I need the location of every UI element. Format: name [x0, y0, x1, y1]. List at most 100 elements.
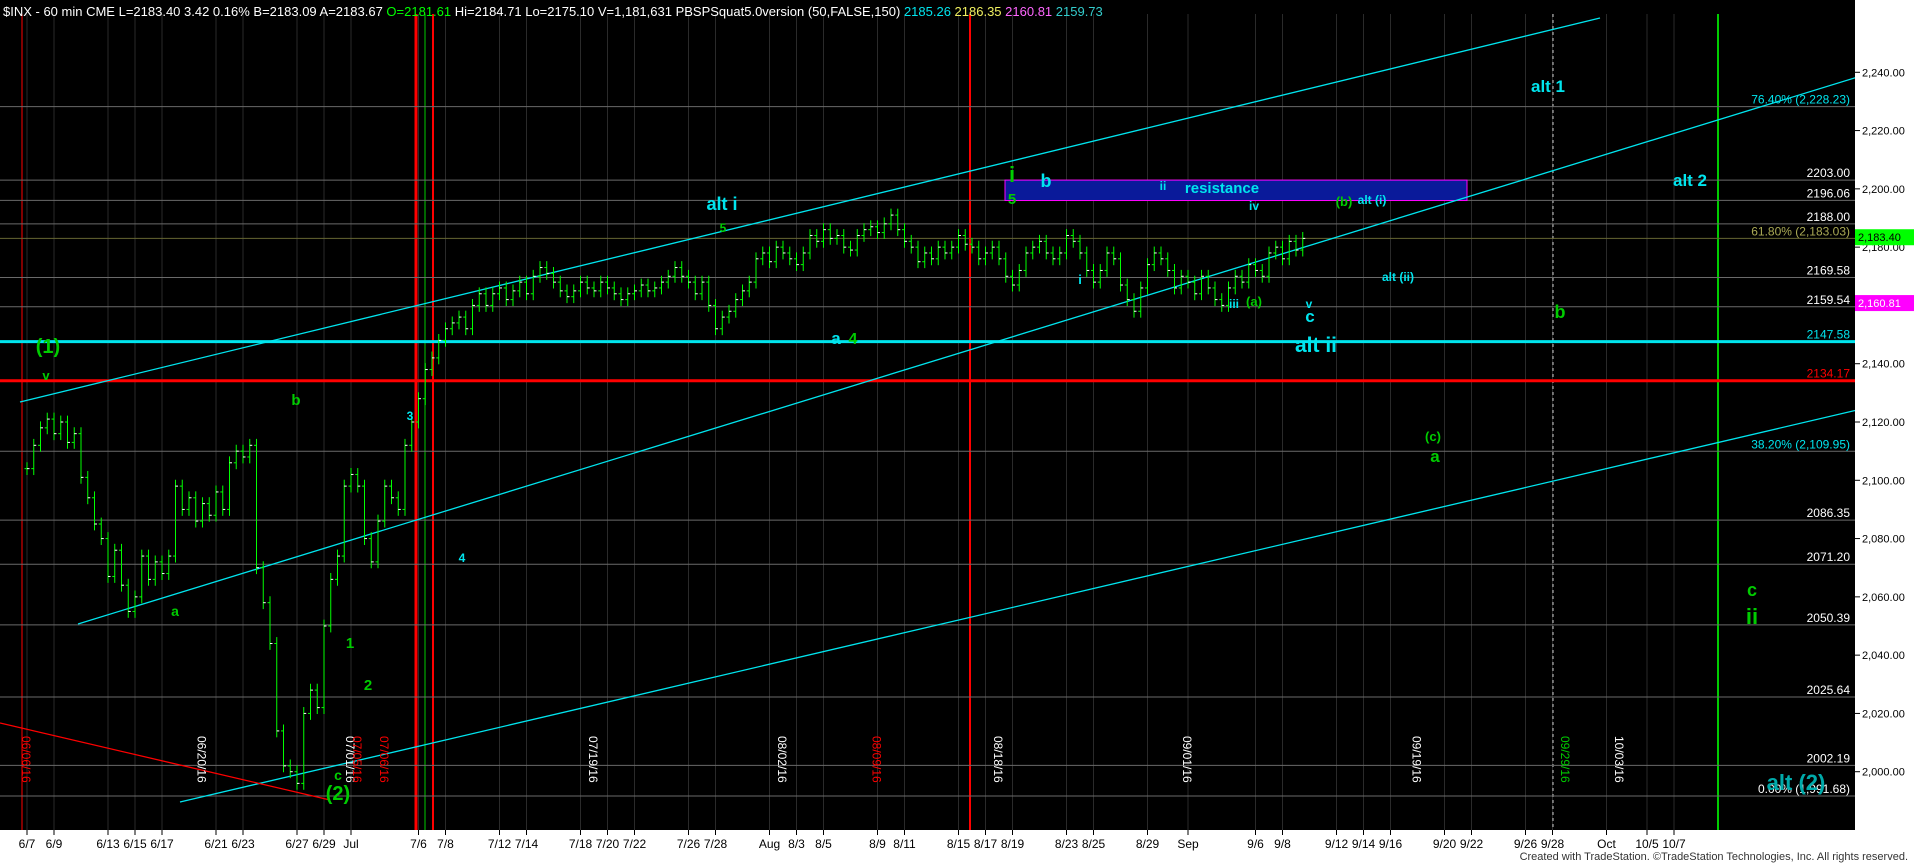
y-tick-label: 2,080.00 — [1862, 534, 1905, 546]
x-tick-label: 8/25 — [1082, 837, 1106, 851]
header-part: Hi=2184.71 Lo=2175.10 V=1,181,631 PBSPSq… — [451, 4, 904, 19]
x-tick-label: 6/29 — [312, 837, 336, 851]
x-tick-label: 9/22 — [1460, 837, 1484, 851]
price-chart[interactable]: 76.40% (2,228.23)2203.002196.062188.0061… — [0, 0, 1914, 866]
wave-label: 2 — [364, 677, 372, 694]
wave-label: b — [291, 392, 300, 409]
wave-label: 4 — [849, 331, 858, 348]
x-tick-label: 8/3 — [788, 837, 805, 851]
header-part: 2185.26 — [904, 4, 951, 19]
x-tick-label: 6/27 — [285, 837, 309, 851]
price-level-label: 2134.17 — [1807, 367, 1851, 381]
wave-label: iv — [1249, 199, 1259, 213]
price-level-label: 2050.39 — [1807, 611, 1851, 625]
wave-label: b — [1041, 171, 1052, 191]
x-tick-label: 8/9 — [869, 837, 886, 851]
x-tick-label: 9/14 — [1352, 837, 1376, 851]
wave-label: i — [1078, 272, 1082, 287]
y-tick-label: 2,220.00 — [1862, 126, 1905, 138]
wave-label: a — [1430, 447, 1440, 466]
wave-label: b — [1555, 302, 1566, 322]
x-tick-label: 7/20 — [596, 837, 620, 851]
y-tick-label: 2,140.00 — [1862, 359, 1905, 371]
date-marker: 08/09/16 — [870, 736, 884, 783]
x-tick-label: 9/6 — [1247, 837, 1264, 851]
x-tick-label: Sep — [1177, 837, 1199, 851]
date-marker: 07/06/16 — [377, 736, 391, 783]
wave-label: ii — [1746, 604, 1758, 629]
date-marker: 09/29/16 — [1558, 736, 1572, 783]
wave-label: a — [171, 603, 179, 619]
x-tick-label: 7/8 — [437, 837, 454, 851]
chart-header: $INX - 60 min CME L=2183.40 3.42 0.16% B… — [3, 4, 1103, 19]
date-marker: 08/18/16 — [991, 736, 1005, 783]
y-tick-label: 2,200.00 — [1862, 184, 1905, 196]
wave-label: (a) — [1246, 294, 1262, 309]
x-tick-label: 7/26 — [677, 837, 701, 851]
x-tick-label: 6/23 — [231, 837, 255, 851]
date-marker: 08/02/16 — [775, 736, 789, 783]
footer-credit: Created with TradeStation. ©TradeStation… — [1520, 851, 1908, 863]
price-level-label: 2196.06 — [1807, 186, 1851, 200]
x-tick-label: 6/15 — [123, 837, 147, 851]
wave-label: alt 2 — [1673, 171, 1707, 190]
price-level-label: 2188.00 — [1807, 210, 1851, 224]
x-tick-label: 7/14 — [515, 837, 539, 851]
y-tick-label: 2,120.00 — [1862, 417, 1905, 429]
wave-label: c — [334, 767, 342, 783]
wave-label: 1 — [346, 635, 354, 652]
x-tick-label: 9/12 — [1325, 837, 1349, 851]
x-tick-label: 8/29 — [1136, 837, 1160, 851]
price-level-label: 2086.35 — [1807, 506, 1851, 520]
wave-label: a — [831, 329, 841, 348]
x-tick-label: 8/19 — [1001, 837, 1025, 851]
date-marker: 07/05/16 — [350, 736, 364, 783]
x-tick-label: 9/20 — [1433, 837, 1457, 851]
x-tick-label: 9/16 — [1379, 837, 1403, 851]
price-level-label: 2169.58 — [1807, 264, 1851, 278]
x-tick-label: Aug — [759, 837, 780, 851]
x-tick-label: 9/28 — [1541, 837, 1565, 851]
x-tick-label: 9/26 — [1514, 837, 1538, 851]
wave-label: 5 — [720, 221, 727, 235]
date-marker: 10/03/16 — [1612, 736, 1626, 783]
wave-label: (b) — [1336, 194, 1353, 209]
y-tick-label: 2,060.00 — [1862, 592, 1905, 604]
wave-label: v — [42, 368, 50, 383]
header-part: $INX - 60 min CME L=2183.40 3.42 0.16% B… — [3, 4, 386, 19]
x-tick-label: 6/13 — [96, 837, 120, 851]
y-tick-label: 2,040.00 — [1862, 650, 1905, 662]
wave-label: alt i — [706, 194, 737, 214]
date-marker: 06/20/16 — [195, 736, 209, 783]
wave-label: (c) — [1425, 429, 1441, 444]
price-tag-label: 2,160.81 — [1858, 298, 1901, 310]
x-tick-label: 6/17 — [150, 837, 174, 851]
date-marker: 06/06/16 — [19, 736, 33, 783]
header-part: 2160.81 — [1002, 4, 1053, 19]
wave-label: alt (2) — [1767, 770, 1826, 795]
price-level-label: 38.20% (2,109.95) — [1751, 437, 1850, 451]
wave-label: i — [1009, 162, 1015, 187]
x-tick-label: 8/5 — [815, 837, 832, 851]
x-tick-label: 6/21 — [204, 837, 228, 851]
price-level-label: 2159.54 — [1807, 293, 1851, 307]
x-tick-label: 10/7 — [1662, 837, 1686, 851]
wave-label: 3 — [407, 409, 414, 423]
wave-label: alt ii — [1295, 334, 1337, 357]
y-tick-label: 2,240.00 — [1862, 67, 1905, 79]
wave-label: (2) — [326, 783, 350, 805]
wave-label: (1) — [36, 336, 60, 358]
x-tick-label: Jul — [343, 837, 358, 851]
date-marker: 09/19/16 — [1410, 736, 1424, 783]
x-tick-label: 7/6 — [410, 837, 427, 851]
x-tick-label: 7/12 — [488, 837, 512, 851]
price-level-label: 2002.19 — [1807, 751, 1851, 765]
x-tick-label: 10/5 — [1635, 837, 1659, 851]
price-tag-label: 2,183.40 — [1858, 232, 1901, 244]
x-tick-label: 6/7 — [19, 837, 36, 851]
price-level-label: 2147.58 — [1807, 328, 1851, 342]
price-level-label: 2203.00 — [1807, 166, 1851, 180]
date-marker: 07/19/16 — [586, 736, 600, 783]
resistance-label: resistance — [1185, 180, 1259, 197]
price-level-label: 2071.20 — [1807, 550, 1851, 564]
